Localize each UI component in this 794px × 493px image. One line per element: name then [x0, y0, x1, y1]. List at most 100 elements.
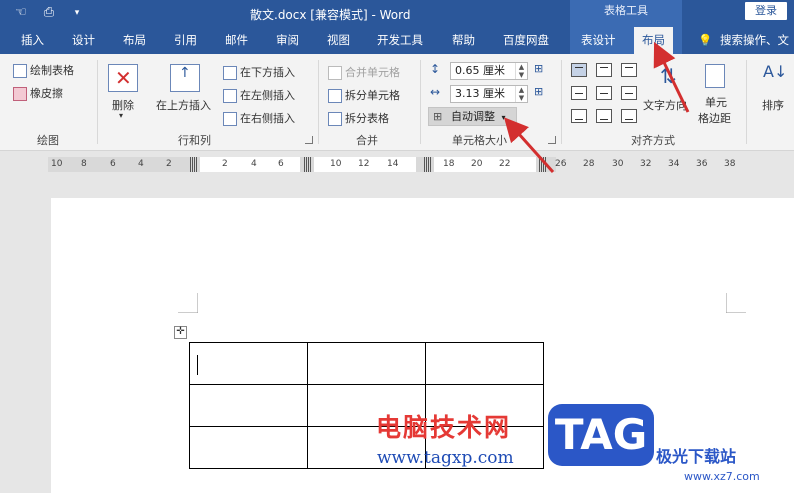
ruler-tick-label: 8	[81, 159, 87, 169]
align-top-center-icon[interactable]	[596, 63, 612, 77]
ruler-tick-label: 20	[471, 159, 483, 169]
group-label-rows-cols: 行和列	[178, 134, 211, 147]
text-direction-button[interactable]: 文字方向	[643, 97, 687, 113]
ruler-tick-label: 2	[166, 159, 172, 169]
arrow-up-icon: ↑	[179, 65, 191, 81]
height-icon: ↕	[430, 62, 441, 76]
align-top-right-icon[interactable]	[621, 63, 637, 77]
cell-margins-label-2: 格边距	[698, 112, 731, 125]
insert-below-button[interactable]: 在下方插入	[223, 64, 295, 80]
ruler-tick-label: 32	[640, 159, 652, 169]
watermark-site-name: 电脑技术网	[376, 413, 512, 442]
split-cells-button[interactable]: 拆分单元格	[328, 87, 400, 103]
tab-baidu-netdisk[interactable]: 百度网盘	[503, 27, 549, 54]
text-direction-label: 文字方向	[643, 99, 687, 112]
table-cell[interactable]	[307, 342, 426, 385]
ribbon-tabs: 插入 设计 布局 引用 邮件 审阅 视图 开发工具 帮助 百度网盘 表设计 布局…	[0, 27, 794, 54]
margin-corner-mark	[726, 293, 746, 313]
insert-right-icon	[223, 112, 237, 126]
sort-icon: A↓	[763, 62, 788, 81]
tab-design[interactable]: 设计	[72, 27, 95, 54]
ruler-tick-label: 10	[330, 159, 342, 169]
autofit-dropdown-icon: ▾	[501, 113, 506, 122]
split-table-button[interactable]: 拆分表格	[328, 110, 389, 126]
draw-table-button[interactable]: 绘制表格	[13, 62, 74, 78]
delete-dropdown-icon[interactable]: ▾	[119, 111, 123, 120]
print-preview-icon[interactable]: ⎙	[40, 4, 58, 22]
cell-margins-button[interactable]: 单元	[705, 94, 727, 110]
column-marker[interactable]	[539, 157, 547, 172]
split-table-label: 拆分表格	[345, 112, 389, 125]
autofit-button[interactable]: ⊞ 自动调整 ▾	[428, 107, 517, 126]
group-divider	[97, 60, 98, 144]
sort-button[interactable]: 排序	[762, 97, 784, 113]
watermark-download-site: 极光下载站	[656, 447, 737, 466]
width-spinner-icon[interactable]: ▲ ▼	[515, 86, 527, 102]
column-marker[interactable]	[190, 157, 198, 172]
align-bottom-center-icon[interactable]	[596, 109, 612, 123]
lightbulb-icon: 💡	[698, 33, 713, 47]
align-top-left-icon[interactable]	[571, 63, 587, 77]
table-move-handle-icon[interactable]: ✛	[174, 326, 187, 339]
table-cell[interactable]	[189, 342, 308, 385]
tab-layout[interactable]: 布局	[123, 27, 146, 54]
cell-height-input[interactable]: 0.65 厘米 ▲ ▼	[450, 62, 528, 80]
insert-above-button[interactable]: 在上方插入	[156, 97, 211, 113]
tab-table-design[interactable]: 表设计	[581, 27, 616, 54]
ruler-tick-label: 28	[583, 159, 595, 169]
cell-width-input[interactable]: 3.13 厘米 ▲ ▼	[450, 85, 528, 103]
tab-view[interactable]: 视图	[327, 27, 350, 54]
cell-margins-button-line2[interactable]: 格边距	[698, 110, 731, 126]
ruler-tick-label: 36	[696, 159, 708, 169]
tab-table-layout[interactable]: 布局	[634, 27, 673, 54]
rows-cols-launcher-icon[interactable]	[305, 136, 313, 144]
align-middle-right-icon[interactable]	[621, 86, 637, 100]
tab-developer[interactable]: 开发工具	[377, 27, 423, 54]
ruler-tick-label: 30	[612, 159, 624, 169]
horizontal-ruler[interactable]: 10 8 6 4 2 2 4 6 10 12 14 18 20 22 26 28…	[0, 152, 794, 176]
ruler-tick-label: 34	[668, 159, 680, 169]
cell-size-launcher-icon[interactable]	[548, 136, 556, 144]
tab-help[interactable]: 帮助	[452, 27, 475, 54]
login-button[interactable]: 登录	[745, 2, 787, 20]
ruler-tick-label: 6	[110, 159, 116, 169]
distribute-columns-icon[interactable]: ⊞	[534, 85, 543, 98]
touch-mode-icon[interactable]: ☜	[12, 4, 30, 22]
ruler-tick-label: 14	[387, 159, 399, 169]
table-cell[interactable]	[189, 384, 308, 427]
insert-right-button[interactable]: 在右侧插入	[223, 110, 295, 126]
tab-insert[interactable]: 插入	[21, 27, 44, 54]
eraser-button[interactable]: 橡皮擦	[13, 85, 63, 101]
watermark-url: www.tagxp.com	[377, 448, 514, 468]
merge-cells-button[interactable]: 合并单元格	[328, 64, 400, 80]
distribute-rows-icon[interactable]: ⊞	[534, 62, 543, 75]
group-label-cell-size: 单元格大小	[452, 134, 507, 147]
merge-cells-icon	[328, 66, 342, 80]
tab-mailings[interactable]: 邮件	[225, 27, 248, 54]
split-cells-icon	[328, 89, 342, 103]
watermark-download-url: www.xz7.com	[684, 470, 760, 483]
eraser-label: 橡皮擦	[30, 87, 63, 100]
column-marker[interactable]	[424, 157, 432, 172]
insert-above-icon: ↑	[170, 64, 200, 92]
height-spinner-icon[interactable]: ▲ ▼	[515, 63, 527, 79]
split-table-icon	[328, 112, 342, 126]
tab-references[interactable]: 引用	[174, 27, 197, 54]
align-center-icon[interactable]	[596, 86, 612, 100]
tab-review[interactable]: 审阅	[276, 27, 299, 54]
ruler-tick-label: 12	[358, 159, 370, 169]
column-marker[interactable]	[304, 157, 312, 172]
delete-x-icon: ✕	[115, 66, 132, 90]
autofit-label: 自动调整	[451, 110, 495, 123]
ruler-tick-label: 38	[724, 159, 736, 169]
table-cell[interactable]	[189, 426, 308, 469]
ruler-tick-label: 6	[278, 159, 284, 169]
table-cell[interactable]	[425, 342, 544, 385]
align-bottom-right-icon[interactable]	[621, 109, 637, 123]
align-bottom-left-icon[interactable]	[571, 109, 587, 123]
text-cursor	[197, 355, 198, 375]
customize-toolbar-icon[interactable]: ▾	[68, 4, 86, 22]
tell-me-search[interactable]: 💡 搜索操作、文	[698, 27, 789, 54]
align-middle-left-icon[interactable]	[571, 86, 587, 100]
insert-left-button[interactable]: 在左侧插入	[223, 87, 295, 103]
